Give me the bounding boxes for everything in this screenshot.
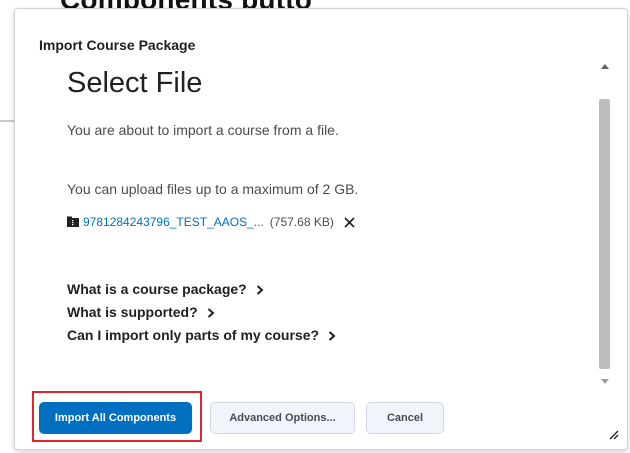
chevron-right-icon (327, 329, 337, 341)
help-link-label: What is a course package? (67, 280, 247, 297)
scroll-up-arrow-icon[interactable] (598, 59, 611, 73)
close-icon[interactable] (342, 214, 358, 230)
help-links: What is a course package? What is suppor… (67, 277, 337, 346)
cancel-button[interactable]: Cancel (366, 402, 444, 434)
scroll-down-arrow-icon[interactable] (598, 375, 611, 389)
import-all-components-button[interactable]: Import All Components (39, 402, 192, 434)
background-divider (0, 120, 14, 122)
help-link-import-parts[interactable]: Can I import only parts of my course? (67, 323, 337, 346)
file-name-link[interactable]: 9781284243796_TEST_AAOS_... (83, 215, 264, 229)
help-link-supported[interactable]: What is supported? (67, 300, 337, 323)
file-archive-icon (67, 216, 79, 228)
page-heading: Select File (67, 67, 203, 99)
dialog-content: Select File You are about to import a co… (67, 59, 597, 389)
advanced-options-button[interactable]: Advanced Options... (210, 402, 355, 434)
file-size: (757.68 KB) (269, 215, 334, 229)
chevron-right-icon (206, 306, 216, 318)
dialog-title: Import Course Package (39, 37, 196, 53)
help-link-label: What is supported? (67, 303, 198, 320)
uploaded-file-row: 9781284243796_TEST_AAOS_... (757.68 KB) (67, 213, 358, 231)
help-link-label: Can I import only parts of my course? (67, 326, 320, 343)
resize-handle-icon[interactable] (607, 427, 619, 440)
max-size-text: You can upload files up to a maximum of … (67, 181, 359, 197)
chevron-right-icon (255, 283, 265, 295)
help-link-course-package[interactable]: What is a course package? (67, 277, 337, 300)
import-course-dialog: Import Course Package Select File You ar… (14, 8, 628, 450)
content-scrollbar[interactable] (598, 59, 611, 389)
intro-text: You are about to import a course from a … (67, 122, 339, 138)
scrollbar-thumb[interactable] (599, 99, 610, 369)
